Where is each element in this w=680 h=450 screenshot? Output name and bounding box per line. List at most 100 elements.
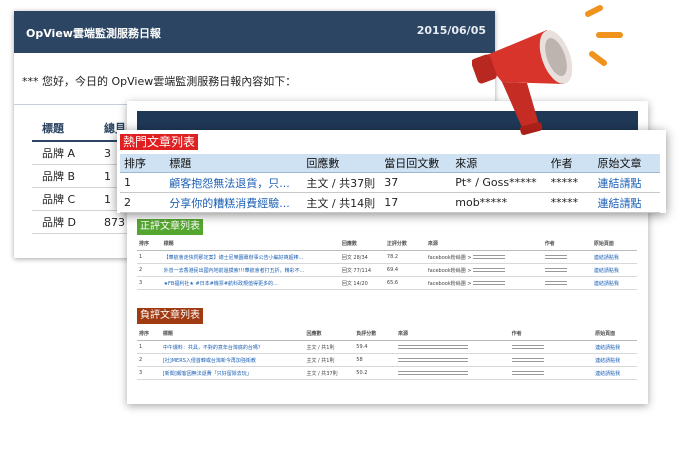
rank: 3 — [137, 276, 162, 290]
table-row: 2 外曾一去香港民出國內地前邊摸索!!!華航會者打五折，精彩不... 回文 77… — [137, 263, 637, 277]
replies: 回文 77/114 — [339, 263, 385, 277]
replies: 主文 / 共1則 — [304, 340, 355, 354]
source-label: facebook粉絲團 > — [427, 267, 472, 274]
sound-rays — [585, 5, 623, 66]
author: ***** — [546, 172, 594, 193]
replies: 主文 / 共14則 — [302, 192, 381, 213]
hot-section-title: 熱門文章列表 — [120, 134, 199, 150]
score: 58 — [354, 353, 396, 367]
original-link[interactable]: 連結請點我 — [591, 263, 637, 277]
rank: 2 — [137, 263, 162, 277]
table-row: 3 [新聞]報客因無法退費「只好留除去玩」 主文 / 共37則 50.2 連結請… — [137, 366, 637, 380]
original-link[interactable]: 連結請點我 — [593, 340, 637, 354]
rank: 2 — [120, 192, 166, 213]
table-row: 1 【華航會走快閃那定案】總士尼樂園專辦事公告小編好爽超棒... 回文 28/3… — [137, 250, 637, 264]
score: 50.2 — [354, 366, 396, 380]
author: ***** — [546, 192, 594, 213]
brand-name: 品牌 D — [32, 210, 94, 234]
column-header-replies: 回應數 — [302, 154, 381, 173]
rank: 2 — [137, 353, 161, 367]
table-row: 1 中午爆料：共具，不對的意年台灣底的台嗎？ 主文 / 共1則 59.4 連結請… — [137, 340, 637, 354]
redacted-text — [544, 280, 567, 285]
table-header-row: 排序 標題 回應數 負評分數 來源 作者 原始頁面 — [137, 327, 637, 341]
article-title-link[interactable]: [社]MERS入侵首韓或台灣新今再加強衛教 — [160, 353, 305, 367]
redacted-text — [511, 344, 544, 349]
score: 69.4 — [384, 263, 426, 277]
source-label: facebook粉絲團 > — [427, 254, 472, 261]
column-header-author: 作者 — [542, 237, 592, 251]
hot-articles-table: 排序 標題 回應數 當日回文數 來源 作者 原始文章 1 顧客抱怨無法退貨，只.… — [120, 154, 660, 213]
column-header-source: 來源 — [451, 154, 547, 173]
author — [509, 366, 594, 380]
original-link[interactable]: 連結請點 — [593, 192, 660, 213]
table-row: 2 分享你的糟糕消費經驗... 主文 / 共14則 17 mob***** **… — [120, 192, 660, 213]
original-link[interactable]: 連結請點我 — [591, 276, 637, 290]
column-header-score: 負評分數 — [354, 327, 396, 341]
source: facebook粉絲團 > — [425, 263, 543, 277]
redacted-text — [473, 255, 506, 259]
source — [396, 340, 510, 354]
redacted-text — [544, 254, 567, 259]
redacted-text — [511, 370, 544, 375]
author — [509, 340, 594, 354]
positive-section-title: 正評文章列表 — [137, 219, 203, 235]
author — [542, 250, 592, 264]
replies: 主文 / 共1則 — [304, 353, 355, 367]
report-header: OpView雲端監測服務日報 2015/06/05 — [14, 11, 495, 53]
source: facebook粉絲團 > — [425, 250, 543, 264]
author — [509, 353, 594, 367]
replies: 主文 / 共37則 — [304, 366, 355, 380]
column-header-title: 標題 — [32, 116, 94, 142]
megaphone-body — [472, 30, 573, 135]
article-title-link[interactable]: 【華航會走快閃那定案】總士尼樂園專辦事公告小編好爽超棒... — [161, 250, 340, 264]
column-header-score: 正評分數 — [384, 237, 426, 251]
article-title-link[interactable]: 中午爆料：共具，不對的意年台灣底的台嗎？ — [160, 340, 305, 354]
redacted-text — [473, 281, 506, 285]
article-title-link[interactable]: 外曾一去香港民出國內地前邊摸索!!!華航會者打五折，精彩不... — [161, 263, 340, 277]
author — [542, 276, 592, 290]
original-link[interactable]: 連結請點 — [593, 172, 660, 193]
negative-articles-table: 排序 標題 回應數 負評分數 來源 作者 原始頁面 1 中午爆料：共具，不對的意… — [137, 327, 637, 380]
column-header-source: 來源 — [425, 237, 543, 251]
column-header-rank: 排序 — [137, 237, 162, 251]
column-header-today: 當日回文數 — [380, 154, 452, 173]
article-title-link[interactable]: ★FB福利社★ #日本#機票#航科政規值得更多的... — [161, 276, 340, 290]
redacted-text — [511, 357, 544, 362]
source: facebook粉絲團 > — [425, 276, 543, 290]
source: Pt* / Goss***** — [451, 172, 547, 193]
article-title-link[interactable]: 分享你的糟糕消費經驗... — [165, 192, 303, 213]
source: mob***** — [451, 192, 547, 213]
replies: 回文 14/20 — [339, 276, 385, 290]
brand-name: 品牌 A — [32, 141, 94, 165]
column-header-page: 原始頁面 — [591, 237, 637, 251]
today-replies: 17 — [380, 192, 452, 213]
column-header-rank: 排序 — [120, 154, 166, 173]
column-header-title: 標題 — [165, 154, 303, 173]
replies: 回文 28/34 — [339, 250, 385, 264]
original-link[interactable]: 連結請點我 — [593, 353, 637, 367]
original-link[interactable]: 連結請點我 — [591, 250, 637, 264]
redacted-text — [398, 357, 468, 362]
original-link[interactable]: 連結請點我 — [593, 366, 637, 380]
article-title-link[interactable]: 顧客抱怨無法退貨，只... — [165, 172, 303, 193]
score: 78.2 — [384, 250, 426, 264]
table-row: 3 ★FB福利社★ #日本#機票#航科政規值得更多的... 回文 14/20 6… — [137, 276, 637, 290]
table-row: 2 [社]MERS入侵首韓或台灣新今再加強衛教 主文 / 共1則 58 連結請點… — [137, 353, 637, 367]
source — [396, 353, 510, 367]
table-row: 1 顧客抱怨無法退貨，只... 主文 / 共37則 37 Pt* / Goss*… — [120, 172, 660, 193]
column-header-replies: 回應數 — [339, 237, 385, 251]
redacted-text — [398, 370, 468, 375]
article-title-link[interactable]: [新聞]報客因無法退費「只好留除去玩」 — [160, 366, 305, 380]
column-header-original: 原始文章 — [593, 154, 660, 173]
table-row: 品牌 D 873 — [32, 210, 134, 234]
score: 59.4 — [354, 340, 396, 354]
table-header-row: 排序 標題 回應數 當日回文數 來源 作者 原始文章 — [120, 154, 660, 173]
rank: 1 — [137, 340, 161, 354]
source-label: facebook粉絲團 > — [427, 280, 472, 287]
rank: 1 — [137, 250, 162, 264]
author — [542, 263, 592, 277]
greeting-text: *** 您好，今日的 OpView雲端監測服務日報內容如下： — [22, 75, 297, 88]
column-header-source: 來源 — [396, 327, 510, 341]
hot-articles-popup: 熱門文章列表 排序 標題 回應數 當日回文數 來源 作者 原始文章 1 顧客抱怨… — [117, 130, 666, 213]
brand-name: 品牌 C — [32, 187, 94, 211]
